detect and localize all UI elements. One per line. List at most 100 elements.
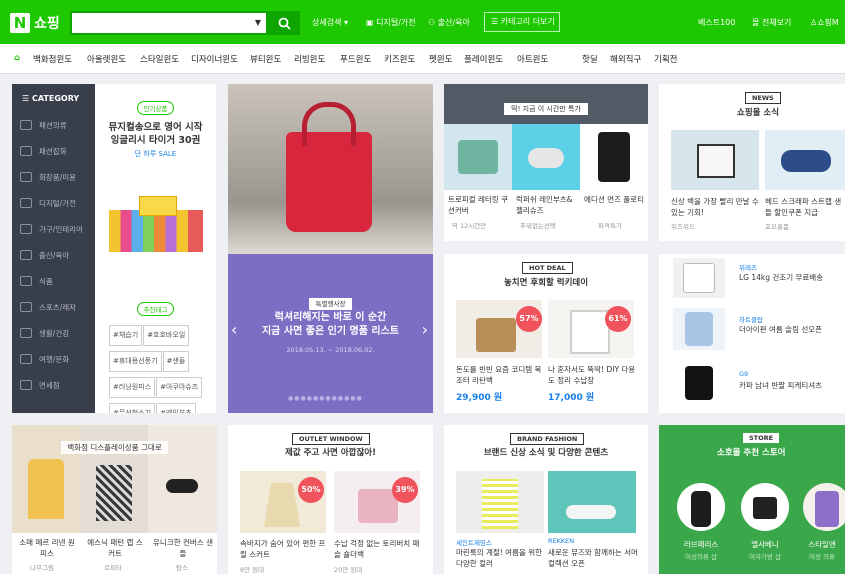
outlet-item-meta: 8만 원대: [240, 566, 265, 574]
pique-shirt-image[interactable]: [673, 362, 725, 404]
nav-item[interactable]: 스타일윈도: [140, 53, 179, 65]
nav-item[interactable]: 디자이너윈도: [191, 53, 238, 65]
naver-shopping-logo[interactable]: N 쇼핑: [10, 12, 60, 34]
baby-link[interactable]: ⚇ 출산/육아: [428, 17, 470, 28]
display-goods-card[interactable]: 백화점 디스플레이상품 그대로 소매 페르 리넨 원피스 나무그림 에스닉 패턴…: [12, 425, 217, 574]
carousel-dots[interactable]: ●●●●●●●●●●●●: [288, 395, 363, 402]
nav-item[interactable]: 키즈윈도: [384, 53, 415, 65]
digital-link[interactable]: ▣ 디지털/가전: [366, 17, 416, 28]
category-item[interactable]: 패션잡화: [12, 138, 95, 164]
shopping-news-card[interactable]: NEWS 쇼핑몰 소식 신상 백을 가장 빨리 만날 수 있는 기회! 위즈위드…: [659, 84, 845, 241]
white-bag-image[interactable]: [671, 130, 759, 190]
display-item-meta: 나무그림: [30, 564, 54, 572]
best100-link[interactable]: 베스트100: [698, 17, 735, 28]
nav-item[interactable]: 아울렛윈도: [87, 53, 126, 65]
nav-item[interactable]: 펫윈도: [429, 53, 452, 65]
brand-item-name[interactable]: 새로운 뮤즈와 함께하는 서머 컬렉션 오픈: [548, 547, 638, 569]
tag-chip[interactable]: #휴대용선풍기: [109, 351, 162, 372]
nav-item[interactable]: 푸드윈도: [340, 53, 371, 65]
my-shopping-link[interactable]: ♙쇼핑M: [810, 17, 839, 28]
red-handbag-image[interactable]: [228, 84, 433, 254]
book-set-image[interactable]: [109, 196, 203, 258]
store-name[interactable]: 스타일앤: [799, 539, 845, 550]
time-deal-item-name[interactable]: 럭퍼쉬 레인부츠&젤리슈즈: [516, 194, 576, 216]
news-item-name[interactable]: 신상 백을 가장 빨리 만날 수 있는 기회!: [671, 196, 761, 218]
brand-name: REKKEN: [548, 537, 575, 545]
tag-chip[interactable]: #채습기: [109, 325, 143, 346]
special-event-banner[interactable]: 특별행사장 럭셔리해지는 바로 이 순간 지금 사면 좋은 인기 명품 리스트 2…: [228, 254, 433, 413]
category-item[interactable]: 가구/인테리어: [12, 216, 95, 242]
next-arrow-icon[interactable]: ›: [422, 320, 428, 339]
category-item[interactable]: 출산/육아: [12, 242, 95, 268]
store-avatar[interactable]: [803, 483, 845, 531]
brand-fashion-card[interactable]: BRAND FASHION 브랜드 신상 소식 및 다양한 콘텐츠 세인트제임스…: [444, 425, 648, 574]
nav-item[interactable]: 리빙윈도: [294, 53, 325, 65]
time-deal-item-name[interactable]: 트로피컬 레터링 쿠션커버: [448, 194, 508, 216]
category-item[interactable]: 스포츠/레저: [12, 294, 95, 320]
category-item[interactable]: 디지털/가전: [12, 190, 95, 216]
time-deal-card[interactable]: 딱! 지금 이 시간만 특가 트로피컬 레터링 쿠션커버 딱 12시간만 럭퍼쉬…: [444, 84, 648, 241]
brand-item-name[interactable]: 마린룩의 계절! 여름을 위한 다양한 컬러: [456, 547, 544, 569]
tag-chip[interactable]: #레인부츠: [156, 403, 196, 413]
store-title: 소호몰 추천 스토어: [717, 448, 786, 458]
nav-item[interactable]: 기획전: [654, 53, 677, 65]
outlet-item-name[interactable]: 속바지가 숨어 있어 편한 프릴 스커트: [240, 538, 328, 560]
category-more-button[interactable]: ☰ 카테고리 더보기: [484, 12, 560, 32]
category-item[interactable]: 생활/건강: [12, 320, 95, 346]
tag-chip[interactable]: #아쿠아슈즈: [156, 377, 203, 398]
hot-deal-card[interactable]: HOT DEAL 놓치면 후회할 럭키데이 57% 61% 돈도를 빈빈 요즘 …: [444, 254, 648, 413]
hot-deal-item-name[interactable]: 나 혼자서도 뚝딱! DIY 다용도 정리 수납장: [548, 364, 638, 386]
nav-item[interactable]: 핫딜: [582, 53, 598, 65]
strap-sandal-image[interactable]: [765, 130, 845, 190]
tag-chip[interactable]: #호호바오일: [143, 325, 190, 346]
detail-search-link[interactable]: 상세검색 ▾: [312, 17, 348, 28]
search-button[interactable]: [268, 11, 300, 35]
outlet-window-card[interactable]: OUTLET WINDOW 제값 주고 사면 아깝잖아! 50% 39% 속바지…: [228, 425, 433, 574]
news-list-text[interactable]: 더아이판 여름 슬림 선오픈: [739, 324, 845, 335]
prev-arrow-icon[interactable]: ‹: [231, 320, 237, 339]
category-item[interactable]: 식품: [12, 268, 95, 294]
category-item[interactable]: 패션의류: [12, 112, 95, 138]
cushion-image[interactable]: [444, 124, 512, 190]
outlet-item-name[interactable]: 수납 걱정 없는 토리버치 패슬 숄더백: [334, 538, 426, 560]
time-deal-item-name[interactable]: 에디션 면즈 폴로티: [584, 194, 644, 205]
dropdown-icon[interactable]: ▼: [255, 18, 261, 27]
store-name[interactable]: 앨사베니: [737, 539, 793, 550]
category-item[interactable]: 화장품/미용: [12, 164, 95, 190]
polo-shirt-image[interactable]: [580, 124, 648, 190]
sneakers-image[interactable]: [548, 471, 636, 533]
category-item[interactable]: 면세점: [12, 372, 95, 398]
popular-product-card[interactable]: 인기상품 뮤지컬송으로 영어 시작 잉글리시 타이거 30권 단 하루 SALE …: [95, 84, 216, 413]
dryer-image[interactable]: [673, 258, 725, 298]
tag-chip[interactable]: #샌들: [162, 351, 190, 372]
news-list-text[interactable]: LG 14kg 건조기 무료배송: [739, 272, 845, 283]
store-avatar[interactable]: [741, 483, 789, 531]
jelly-shoes-image[interactable]: [512, 124, 580, 190]
tag-chip[interactable]: #무선청소기: [109, 403, 156, 413]
mall-all-link[interactable]: 몰 전체보기: [752, 17, 791, 28]
stripe-tee-image[interactable]: [456, 471, 544, 533]
baby-label: 출산/육아: [437, 18, 470, 27]
nav-item[interactable]: 뷰티윈도: [250, 53, 281, 65]
soho-store-card[interactable]: STORE 소호몰 추천 스토어 러브패리스 여성의류 샵 앨사베니 여자가방 …: [659, 425, 845, 574]
nav-item[interactable]: 아트윈도: [517, 53, 548, 65]
nav-item[interactable]: 해외직구: [610, 53, 641, 65]
news-item-name[interactable]: 헤드 스크래파 스트랩 샌들 할인쿠폰 지급: [765, 196, 845, 218]
nav-item[interactable]: 플레이윈도: [464, 53, 503, 65]
store-name[interactable]: 러브패리스: [673, 539, 729, 550]
display-item-name[interactable]: 유니크한 컨버스 샌들: [152, 537, 214, 559]
news-list-text[interactable]: 카파 남녀 반팔 피케티셔츠: [739, 380, 845, 391]
store-avatar[interactable]: [677, 483, 725, 531]
display-item-name[interactable]: 소매 페르 리넨 원피스: [16, 537, 78, 559]
special-event-card[interactable]: 특별행사장 럭셔리해지는 바로 이 순간 지금 사면 좋은 인기 명품 리스트 2…: [228, 84, 433, 413]
display-item-name[interactable]: 에스닉 패턴 랩 스커트: [84, 537, 146, 559]
nav-item[interactable]: 백화점윈도: [33, 53, 72, 65]
search-input[interactable]: ▼: [70, 11, 268, 35]
tag-chip[interactable]: #러닝원피스: [109, 377, 156, 398]
my-label: 쇼핑M: [817, 18, 839, 27]
blouse-image[interactable]: [673, 308, 725, 350]
home-icon[interactable]: ⌂: [14, 53, 20, 63]
category-item[interactable]: 여행/문화: [12, 346, 95, 372]
hot-deal-item-name[interactable]: 돈도를 빈빈 요즘 코디템 북조터 라탄백: [456, 364, 544, 386]
header: N 쇼핑 ▼ 상세검색 ▾ ▣ 디지털/가전 ⚇ 출산/육아 ☰ 카테고리 더보…: [0, 0, 845, 44]
